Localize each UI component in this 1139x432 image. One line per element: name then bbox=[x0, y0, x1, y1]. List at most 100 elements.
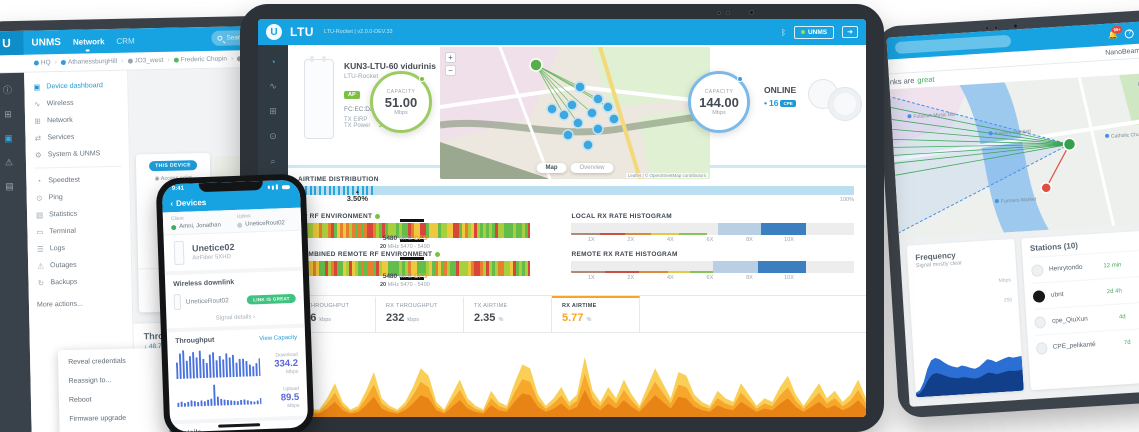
device-sidebar: ▣Device dashboard∿Wireless⊞Network⇄Servi… bbox=[24, 71, 137, 432]
breadcrumb-item-hq[interactable]: HQ bbox=[34, 59, 51, 66]
sidebar-item-label: Network bbox=[47, 117, 73, 125]
zoom-out-button[interactable]: − bbox=[445, 65, 456, 76]
info-icon[interactable]: ⓘ bbox=[3, 83, 12, 96]
zoom-in-button[interactable]: + bbox=[445, 52, 456, 63]
map-zoom-controls[interactable]: +− bbox=[445, 52, 456, 78]
hist-tick: 2X bbox=[617, 237, 645, 243]
capacity-gauge-tx: CAPACITY 51.00 Mbps bbox=[370, 71, 432, 133]
more-actions-button[interactable]: More actions... bbox=[29, 290, 132, 313]
sidebar-item-device-dashboard[interactable]: ▣Device dashboard bbox=[24, 77, 127, 96]
reports-icon[interactable]: ▤ bbox=[5, 181, 14, 192]
statistics-icon: ▤ bbox=[35, 210, 44, 219]
stats-tab-tx-airtime[interactable]: TX AIRTIME2.35 % bbox=[464, 296, 552, 332]
logs-icon: ☰ bbox=[36, 244, 45, 253]
center-tablet-screen: U LTU LTU-Rocket | v2.0.0-DEV.33 ᛒ UNMS … bbox=[258, 19, 866, 417]
sidebar-item-services[interactable]: ⇄Services bbox=[25, 128, 128, 147]
phone-device-row[interactable]: Unetice02AirFiber 5XHD bbox=[163, 231, 302, 276]
system-unms-icon: ⚙ bbox=[34, 150, 43, 159]
breadcrumb-item-athanessburghill[interactable]: AthanessburgHill bbox=[61, 58, 117, 66]
notifications-bell-icon[interactable]: 🔔99+ bbox=[1108, 30, 1119, 40]
frequency-card: Frequency Signal mostly clear Mbps 250 bbox=[907, 239, 1024, 397]
breadcrumb-item-jo3-west[interactable]: JO3_west bbox=[127, 57, 163, 65]
sidebar-item-backups[interactable]: ↻Backups bbox=[28, 273, 131, 292]
hist-tick: 1X bbox=[577, 275, 605, 281]
overview-view-button[interactable]: Overview bbox=[570, 163, 613, 173]
this-device-badge: THIS DEVICE bbox=[149, 160, 197, 171]
sites-icon[interactable]: ⊞ bbox=[4, 109, 12, 120]
axis-unit: Mbps bbox=[999, 277, 1012, 284]
stats-tab-rx-throughput[interactable]: RX THROUGHPUT232 kbps bbox=[376, 296, 464, 332]
divider bbox=[34, 166, 121, 169]
sidebar-item-label: System & UNMS bbox=[48, 150, 101, 158]
location-icon[interactable]: ⊙ bbox=[269, 131, 277, 142]
unms-connect-button[interactable]: UNMS bbox=[794, 26, 834, 39]
unms-brand: UNMS bbox=[31, 37, 61, 49]
sidebar-item-terminal[interactable]: ▭Terminal bbox=[27, 222, 130, 241]
bluetooth-icon[interactable]: ᛒ bbox=[781, 28, 786, 37]
view-capacity-link[interactable]: View Capacity bbox=[259, 335, 297, 342]
stats-tab-rx-airtime[interactable]: RX AIRTIME5.77 % bbox=[552, 296, 640, 332]
airtime-marker: ▲3.50% bbox=[347, 190, 368, 203]
hist-tick: 6X bbox=[696, 237, 724, 243]
station-uptime: 7d bbox=[1101, 339, 1130, 347]
devices-icon[interactable]: ▣ bbox=[4, 133, 13, 144]
sidebar-item-wireless[interactable]: ∿Wireless bbox=[25, 94, 128, 113]
nav-item-crm[interactable]: CRM bbox=[116, 36, 134, 45]
unms-top-nav: Network CRM bbox=[73, 36, 147, 47]
hist-tick: 4X bbox=[656, 275, 684, 281]
station-uptime: 2d 4h bbox=[1088, 288, 1122, 296]
nav-item-network[interactable]: Network bbox=[73, 37, 105, 47]
sidebar-item-system-unms[interactable]: ⚙ System & UNMS bbox=[26, 145, 129, 164]
sidebar-item-statistics[interactable]: ▤Statistics bbox=[27, 205, 130, 224]
phone-nav-title: Devices bbox=[176, 198, 207, 208]
ap-mode-badge: AP bbox=[344, 91, 360, 99]
sidebar-item-label: Device dashboard bbox=[46, 82, 103, 90]
status-dot bbox=[435, 252, 440, 257]
sidebar-item-logs[interactable]: ☰Logs bbox=[28, 239, 131, 258]
ubiquiti-logo: U bbox=[266, 24, 282, 40]
speedtest-icon: ◔ bbox=[34, 176, 43, 185]
network-icon[interactable]: ⊞ bbox=[269, 106, 277, 117]
remote-rf-environment: COMBINED REMOTE RF ENVIRONMENT 5480 MHz … bbox=[298, 251, 530, 283]
sidebar-item-speedtest[interactable]: ◔ Speedtest bbox=[26, 171, 129, 190]
station-name: Henrytondo bbox=[1049, 264, 1083, 273]
breadcrumb-item-frederic-chopin[interactable]: Frederic Chopin bbox=[174, 56, 227, 64]
links-map[interactable]: Futurum Music BarKarlovo náměstíFarmers … bbox=[890, 72, 1139, 239]
station-uptime: 4d bbox=[1094, 314, 1126, 322]
search-input[interactable] bbox=[895, 35, 1012, 54]
sidebar-item-label: Speedtest bbox=[48, 177, 80, 185]
hist-tick: 10X bbox=[775, 237, 803, 243]
station-avatar bbox=[1031, 264, 1043, 277]
breadcrumb-separator: › bbox=[167, 57, 169, 64]
exit-icon[interactable]: ➜ bbox=[842, 26, 858, 38]
alerts-icon[interactable]: ⚠ bbox=[5, 157, 13, 168]
poi-pin bbox=[907, 114, 911, 118]
outages-icon: ⚠ bbox=[36, 261, 45, 270]
coverage-map[interactable]: +− Map Overview Leaflet | © OpenStreetMa… bbox=[440, 47, 710, 179]
menu-item-reboot[interactable]: Reboot bbox=[59, 389, 169, 410]
status-dot bbox=[375, 214, 380, 219]
wireless-icon[interactable]: ∿ bbox=[269, 81, 277, 92]
online-status: ONLINE •16CPE bbox=[764, 85, 810, 108]
backups-icon: ↻ bbox=[36, 278, 45, 287]
back-chevron-icon[interactable]: ‹ bbox=[170, 199, 173, 208]
help-icon[interactable]: ? bbox=[1125, 29, 1135, 39]
menu-item-reveal-credentials[interactable]: Reveal credentials bbox=[58, 351, 168, 372]
map-view-button[interactable]: Map bbox=[536, 163, 566, 173]
airtime-bar bbox=[298, 186, 854, 195]
client-icon bbox=[171, 225, 176, 230]
dashboard-icon[interactable]: ◔ bbox=[270, 57, 275, 67]
sidebar-item-outages[interactable]: ⚠Outages bbox=[28, 256, 131, 275]
local-rx-histogram: LOCAL RX RATE HISTOGRAM 1X2X4X6X8X10X bbox=[571, 213, 854, 245]
search-icon[interactable]: ⌕ bbox=[270, 156, 275, 167]
right-tablet: 🔔99+ ? ubnt ▾ NanoBeam 5AC All of the li… bbox=[875, 8, 1139, 418]
unms-logo[interactable]: U bbox=[0, 31, 24, 56]
sidebar-item-network[interactable]: ⊞Network bbox=[25, 111, 128, 130]
sidebar-item-ping[interactable]: ⊙Ping bbox=[27, 188, 130, 207]
menu-item-firmware-upgrade[interactable]: Firmware upgrade bbox=[59, 408, 169, 429]
station-avatar bbox=[1036, 342, 1047, 355]
poi-pin bbox=[995, 199, 999, 203]
upload-chart: Upload89.5Mbps bbox=[169, 377, 308, 416]
station-signal: -41 dBm bbox=[1127, 259, 1139, 267]
menu-item-reassign-to[interactable]: Reassign to... bbox=[58, 370, 168, 391]
